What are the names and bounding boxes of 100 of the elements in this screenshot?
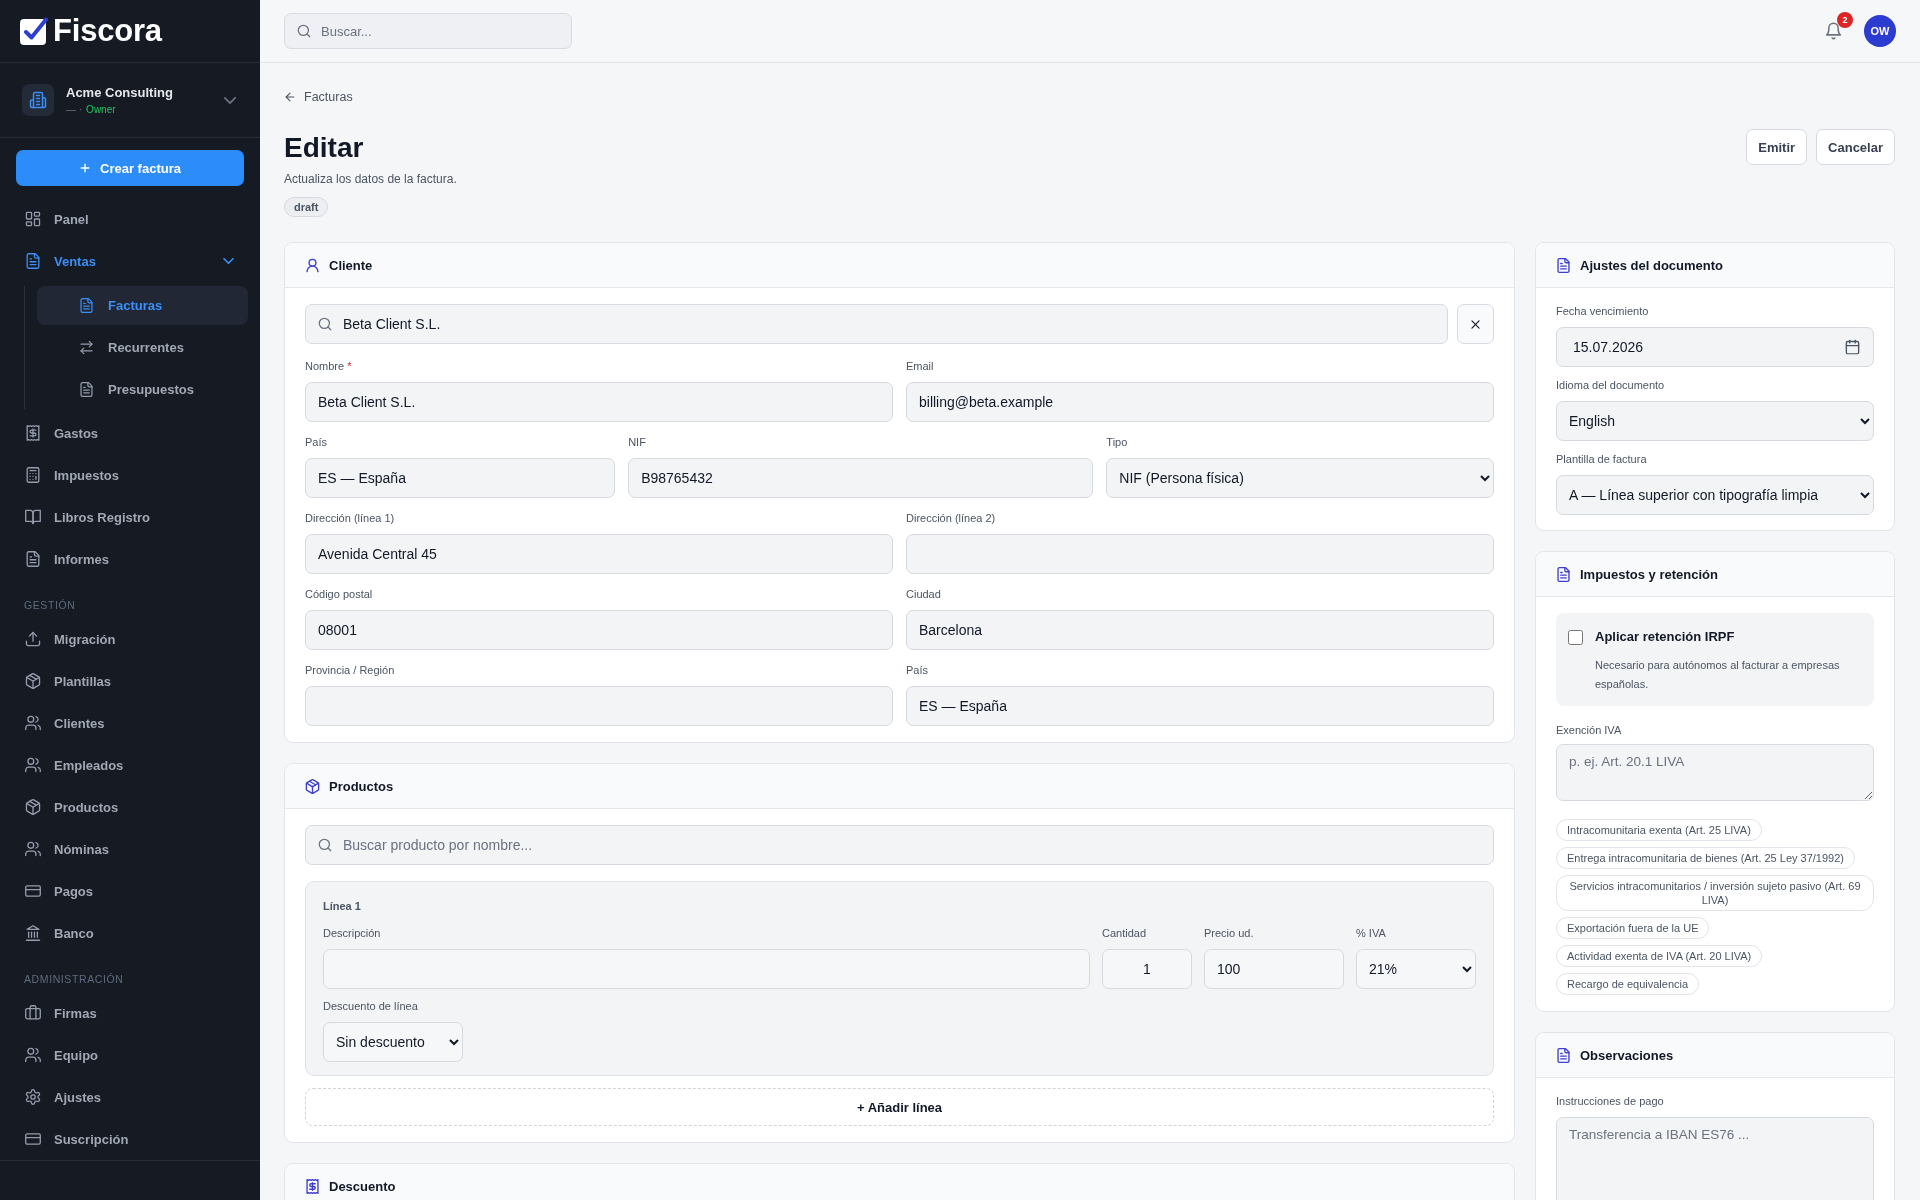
option-hint: Necesario para autónomos al facturar a empresas españolas. [1595,658,1841,692]
search-field[interactable]: Buscar... [284,13,572,49]
add-line-button[interactable]: + Añadir línea [305,1088,1494,1126]
suggestion-chip[interactable]: Entrega intracomunitaria de bienes (Art. 25 Ley 37/1992) [1556,847,1855,869]
input-field[interactable]: 08001 [305,610,893,650]
nav-item[interactable]: Libros Registro [16,496,248,538]
date-field[interactable]: 15.07.2026 [1556,327,1874,367]
input-field[interactable]: ES — España [906,686,1494,726]
nav-item[interactable]: Empleados [16,744,248,786]
suggestion-chip[interactable]: Actividad exenta de IVA (Art. 20 LIVA) [1556,945,1763,967]
nav-item[interactable]: Impuestos [16,454,248,496]
field-label: Dirección (línea 2) [906,511,997,525]
clear-button[interactable] [1457,304,1494,344]
suggestion-chip[interactable]: Exportación fuera de la UE [1556,917,1710,939]
nav-item[interactable]: Informes [16,538,248,580]
document-icon [79,382,94,397]
receipt-icon [25,425,41,441]
field-label: Provincia / Región [305,663,396,677]
document-icon [25,253,41,269]
input-field[interactable]: 100 [1204,949,1344,989]
nav-item[interactable]: Banco [16,912,248,954]
select-field[interactable]: NIF (Persona física) [1106,458,1494,498]
option-title: Aplicar retención IRPF [1595,628,1736,646]
select-field[interactable]: A — Línea superior con tipografía limpia [1556,475,1874,515]
calendar-icon[interactable] [1845,339,1860,355]
nav-item[interactable]: Firmas [16,992,248,1034]
search-field[interactable]: Beta Client S.L. [305,304,1448,344]
nav-item[interactable]: Productos [16,786,248,828]
plus-icon [79,162,92,174]
input-field[interactable] [305,686,893,726]
checkbox[interactable] [1568,630,1583,645]
textarea-field[interactable]: Transferencia a IBAN ES76 ... [1556,1117,1874,1200]
nav-item[interactable]: Nóminas [16,828,248,870]
input-field[interactable]: Barcelona [906,610,1494,650]
nav-item[interactable]: Presupuestos [37,370,248,409]
close-icon [1469,317,1482,331]
input-field[interactable]: Beta Client S.L. [305,382,893,422]
field-label: País [305,435,328,449]
suggestion-chip[interactable]: Intracomunitaria exenta (Art. 25 LIVA) [1556,819,1762,841]
field-label: Descripción [323,926,382,940]
nav-item[interactable]: Plantillas [16,660,248,702]
search-field[interactable]: Buscar producto por nombre... [305,825,1494,865]
person-icon [305,257,320,273]
notification-badge: 2 [1837,12,1853,28]
field-label: Email [906,359,935,373]
field-label: Tipo [1106,435,1129,449]
field-label: Fecha vencimiento [1556,304,1650,318]
select-field[interactable]: Sin descuento [323,1022,463,1062]
user-avatar[interactable]: OW [1864,15,1896,47]
nav-item[interactable]: Ajustes [16,1076,248,1118]
settings-icon [25,1089,41,1105]
search-icon [318,317,332,331]
field-label: Descuento de línea [323,999,419,1013]
textarea-field[interactable]: p. ej. Art. 20.1 LIVA [1556,744,1874,801]
nav-item[interactable]: Suscripción [16,1118,248,1160]
nav-item[interactable]: Migración [16,618,248,660]
card-title: Impuestos y retención [1580,566,1718,582]
field-label: Ciudad [906,587,942,601]
credit-card-icon [25,883,41,899]
cube-icon [305,778,320,794]
select-field[interactable]: 21% [1356,949,1476,989]
nav-item[interactable]: Clientes [16,702,248,744]
chevron-down-icon[interactable] [224,96,236,104]
input-field[interactable] [323,949,1090,989]
emit-button[interactable]: Emitir [1746,129,1808,165]
card-title: Ajustes del documento [1580,257,1724,273]
input-field[interactable] [906,534,1494,574]
people-icon [25,841,41,857]
people-icon [25,1047,41,1063]
nav-item[interactable]: Facturas [37,286,248,325]
input-field[interactable]: billing@beta.example [906,382,1494,422]
nav-item[interactable]: Equipo [16,1034,248,1076]
bell-icon[interactable] [1825,22,1842,40]
input-field[interactable]: B98765432 [628,458,1094,498]
select-field[interactable]: English [1556,401,1874,441]
document-icon [1556,257,1571,273]
field-label: Plantilla de factura [1556,452,1648,466]
field-label: Instrucciones de pago [1556,1094,1665,1108]
document-icon [1556,566,1571,582]
receipt-icon [305,1178,320,1194]
document-icon [1556,1047,1571,1063]
chevron-down-icon[interactable] [223,258,234,264]
card-title: Observaciones [1580,1047,1674,1063]
building-icon [22,84,54,116]
back-link[interactable]: Facturas [284,89,353,105]
nav-item[interactable]: Ventas [16,240,248,282]
nav-item[interactable]: Pagos [16,870,248,912]
cancel-button[interactable]: Cancelar [1816,129,1895,165]
suggestion-chip[interactable]: Recargo de equivalencia [1556,973,1700,995]
input-field[interactable]: Avenida Central 45 [305,534,893,574]
nav-item[interactable]: Gastos [16,412,248,454]
suggestion-chip[interactable]: Servicios intracomunitarios / inversión sujeto pasivo (Art. 69 LIVA) [1556,875,1874,911]
card-title: Cliente [329,257,373,273]
nav-item[interactable]: Recurrentes [37,328,248,367]
arrow-left-icon [284,91,296,103]
input-field[interactable]: ES — España [305,458,616,498]
number-field[interactable]: 1 [1102,949,1192,989]
page-title: Editar [284,131,364,165]
nav-item[interactable]: Panel [16,198,248,240]
organization-name: Acme Consulting [66,85,173,100]
